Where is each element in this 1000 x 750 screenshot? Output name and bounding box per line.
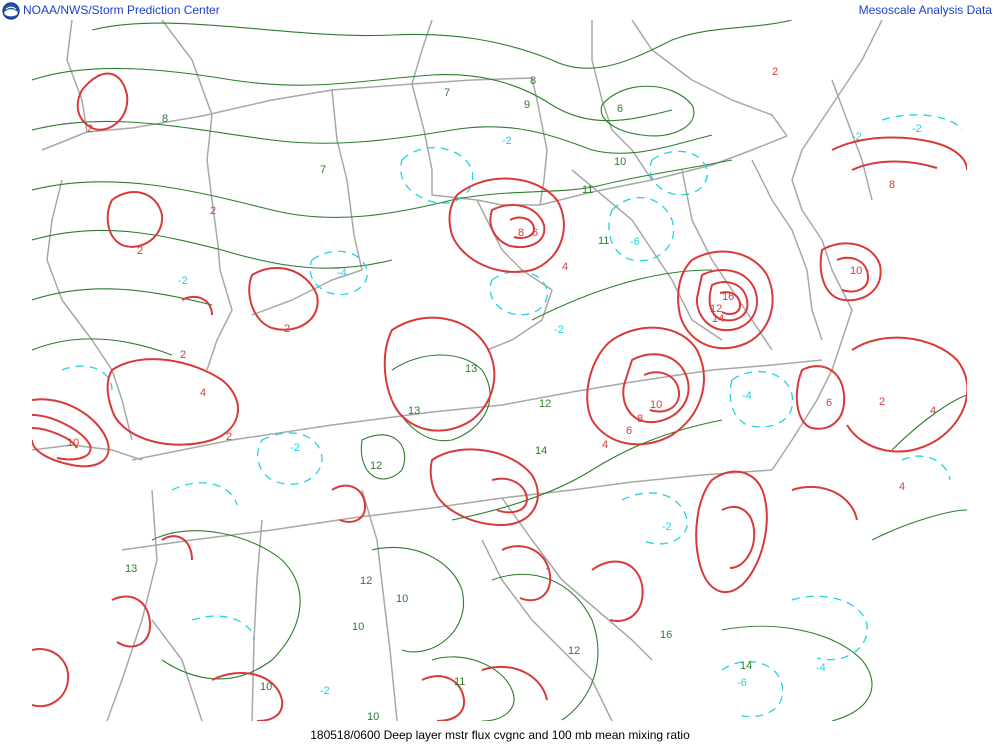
conv-label: 4	[602, 439, 608, 451]
conv-label: 6	[626, 425, 632, 437]
conv-label: 10	[67, 437, 79, 449]
div-label: -2	[320, 685, 330, 697]
mr-label: 13	[125, 563, 137, 575]
mr-label: 16	[660, 629, 672, 641]
conv-label: 14	[712, 313, 724, 325]
mr-label: 12	[360, 575, 372, 587]
mr-label: 10	[367, 711, 379, 721]
conv-label: 2	[879, 396, 885, 408]
mr-label: 10	[614, 156, 626, 168]
div-label: -4	[742, 390, 752, 402]
conv-label: 2	[284, 323, 290, 335]
mr-label: 8	[530, 75, 536, 87]
header-left: NOAA/NWS/Storm Prediction Center	[0, 0, 220, 20]
mr-label: 12	[568, 645, 580, 657]
div-label: -2	[554, 324, 564, 336]
mr-label: 9	[524, 99, 530, 111]
conv-label: 2	[137, 245, 143, 257]
agency-label: NOAA/NWS/Storm Prediction Center	[23, 3, 220, 17]
conv-label: 16	[722, 291, 734, 303]
conv-label: 4	[930, 405, 936, 417]
div-label: -6	[737, 677, 747, 689]
noaa-logo-icon	[2, 1, 20, 20]
mr-label: 12	[539, 398, 551, 410]
conv-label: 2	[772, 66, 778, 78]
conv-label: 6	[532, 227, 538, 239]
div-label: -2	[502, 135, 512, 147]
conv-label: 4	[562, 261, 568, 273]
mr-label: 13	[465, 363, 477, 375]
conv-label: 2	[87, 123, 93, 135]
conv-label: 10	[650, 399, 662, 411]
div-label: -2	[852, 131, 862, 143]
map-caption: 180518/0600 Deep layer mstr flux cvgnc a…	[310, 728, 690, 742]
conv-label: 6	[826, 397, 832, 409]
mr-label: 12	[370, 460, 382, 472]
div-label: -6	[630, 236, 640, 248]
mr-label: 10	[260, 681, 272, 693]
mr-label: 13	[408, 405, 420, 417]
product-group-label: Mesoscale Analysis Data	[858, 3, 992, 17]
conv-label: 4	[200, 387, 206, 399]
conv-label: 8	[518, 227, 524, 239]
conv-label: 8	[637, 413, 643, 425]
div-label: -2	[290, 442, 300, 454]
conv-label: 2	[226, 431, 232, 443]
mr-label: 6	[617, 103, 623, 115]
mr-label: 8	[162, 113, 168, 125]
mr-label: 7	[320, 164, 326, 176]
mr-label: 11	[454, 676, 465, 688]
div-label: -4	[816, 662, 826, 674]
mr-label: 11	[598, 235, 609, 247]
mr-label: 7	[444, 87, 450, 99]
analysis-map: 6 7 7 8 8 9 10 11 11 12 12 12 12 13 13 1…	[32, 20, 967, 721]
conv-label: 8	[889, 179, 895, 191]
mr-label: 10	[396, 593, 408, 605]
conv-label: 10	[850, 265, 862, 277]
div-label: -2	[662, 521, 672, 533]
mr-label: 10	[352, 621, 364, 633]
div-label: -4	[337, 267, 347, 279]
div-label: -2	[178, 275, 188, 287]
mr-label: 14	[535, 445, 547, 457]
div-label: -2	[912, 123, 922, 135]
conv-label: 2	[180, 349, 186, 361]
mr-label: 14	[740, 660, 752, 672]
conv-label: 4	[899, 481, 905, 493]
mr-label: 11	[582, 184, 593, 196]
conv-label: 2	[210, 205, 216, 217]
